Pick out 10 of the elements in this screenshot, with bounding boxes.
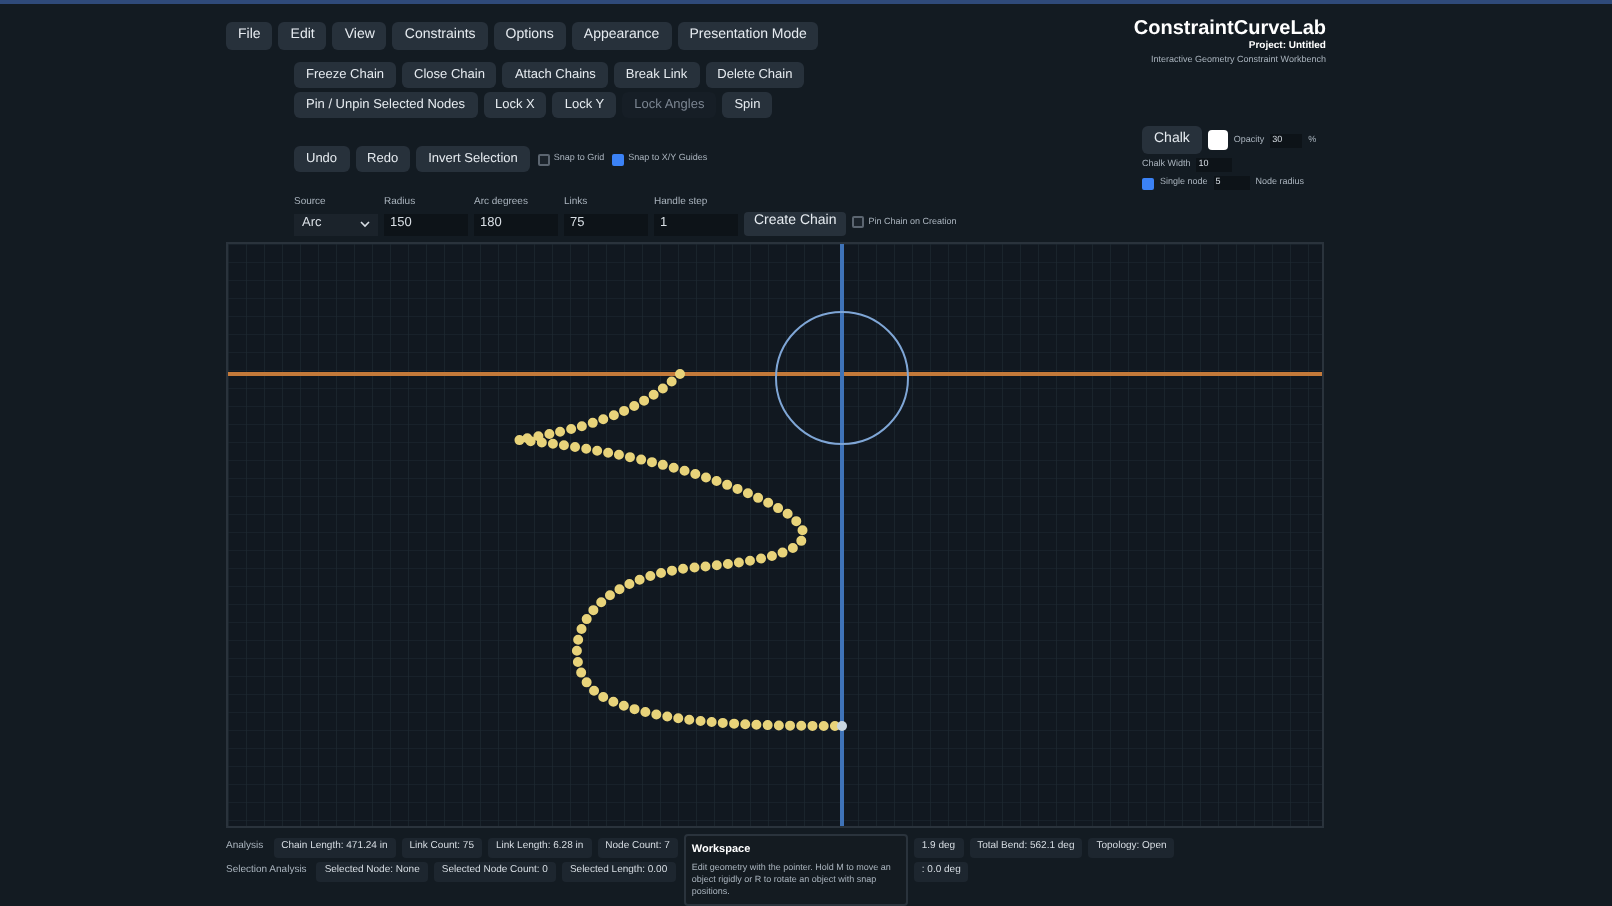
end-node[interactable] (837, 720, 847, 730)
checkbox[interactable] (1142, 177, 1154, 189)
workspace-canvas[interactable] (226, 241, 1324, 827)
checkbox[interactable] (852, 216, 865, 229)
chevron-down-icon (360, 220, 370, 228)
circle-outline (775, 310, 909, 444)
checkbox[interactable] (612, 153, 625, 165)
checkbox[interactable] (537, 153, 550, 165)
color-swatch[interactable] (1207, 130, 1228, 150)
app-title: ConstraintCurveLab (1133, 18, 1326, 40)
